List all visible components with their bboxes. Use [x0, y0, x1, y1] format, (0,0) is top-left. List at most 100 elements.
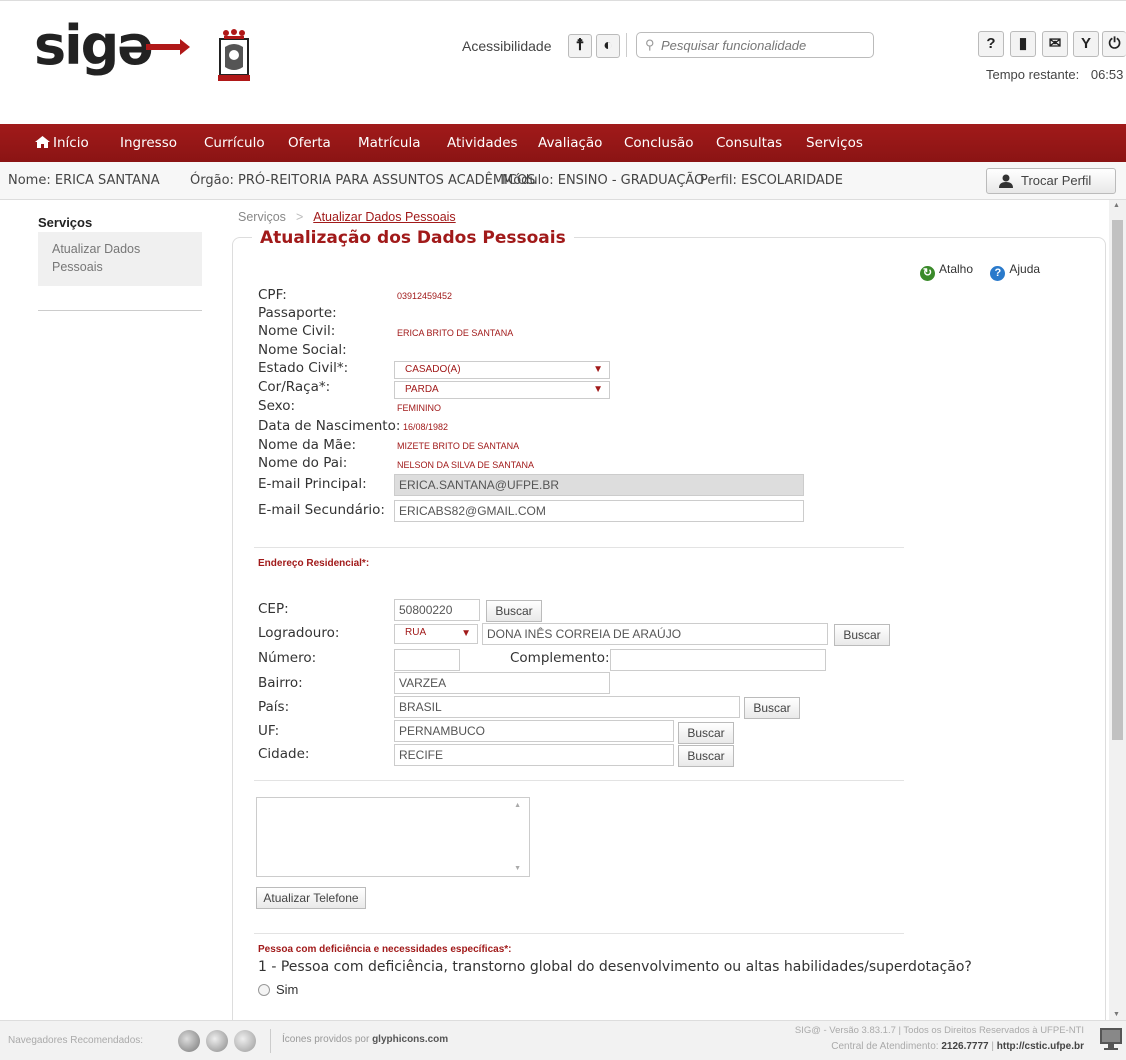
- header-divider: [626, 33, 627, 57]
- sexo-label: Sexo:: [258, 398, 296, 414]
- sidebar-item-atualizar-dados[interactable]: Atualizar Dados Pessoais: [38, 232, 202, 286]
- info-perfil: Perfil: ESCOLARIDADE: [700, 173, 844, 188]
- dropdown-arrow-icon: ▼: [593, 384, 603, 395]
- filter-icon[interactable]: Y: [1073, 31, 1099, 57]
- nav-item-oferta[interactable]: Oferta: [288, 135, 331, 151]
- nome-social-label: Nome Social:: [258, 342, 347, 358]
- cpf-value: 03912459452: [397, 291, 453, 301]
- icones-label: Ícones providos por: [282, 1034, 370, 1045]
- pai-label: Nome do Pai:: [258, 455, 348, 471]
- bairro-field[interactable]: VARZEA: [394, 672, 610, 694]
- power-icon[interactable]: ⏻: [1102, 31, 1126, 57]
- logradouro-tipo-value: RUA: [405, 627, 427, 638]
- siga-logo[interactable]: sigə: [34, 19, 154, 73]
- monitor-icon[interactable]: [1099, 1027, 1123, 1051]
- email-principal-label: E-mail Principal:: [258, 476, 367, 492]
- complemento-field[interactable]: [610, 649, 826, 671]
- email-secundario-label: E-mail Secundário:: [258, 502, 385, 518]
- nascimento-value: 16/08/1982: [403, 422, 449, 432]
- nav-item-conclusao[interactable]: Conclusão: [624, 135, 694, 151]
- logradouro-tipo-select[interactable]: RUA ▼: [394, 624, 478, 644]
- scroll-up-icon[interactable]: ▲: [1113, 202, 1120, 209]
- numero-field[interactable]: [394, 649, 460, 671]
- ajuda-link[interactable]: ? Ajuda: [990, 262, 1040, 281]
- search-input[interactable]: [661, 35, 861, 55]
- scroll-down-icon[interactable]: ▼: [1113, 1011, 1120, 1018]
- scrollbar-thumb[interactable]: [1112, 220, 1123, 740]
- trocar-perfil-label: Trocar Perfil: [1021, 173, 1092, 188]
- book-icon[interactable]: ▮: [1010, 31, 1036, 57]
- nome-civil-value: ERICA BRITO DE SANTANA: [397, 328, 514, 338]
- atalho-link[interactable]: ↻ Atalho: [920, 262, 974, 281]
- uf-field[interactable]: PERNAMBUCO: [394, 720, 674, 742]
- firefox-icon[interactable]: [206, 1030, 228, 1052]
- nav-item-ingresso[interactable]: Ingresso: [120, 135, 177, 151]
- nome-civil-label: Nome Civil:: [258, 323, 336, 339]
- breadcrumb-current[interactable]: Atualizar Dados Pessoais: [313, 210, 455, 224]
- cidade-field[interactable]: RECIFE: [394, 744, 674, 766]
- search-box[interactable]: ⚲: [636, 32, 874, 58]
- logradouro-field[interactable]: DONA INÊS CORREIA DE ARAÚJO: [482, 623, 828, 645]
- breadcrumb-separator-icon: >: [295, 210, 304, 224]
- pai-value: NELSON DA SILVA DE SANTANA: [397, 460, 535, 470]
- cep-buscar-button[interactable]: Buscar: [486, 600, 542, 622]
- complemento-label: Complemento:: [510, 650, 610, 666]
- cep-field[interactable]: 50800220: [394, 599, 480, 621]
- nav-item-atividades[interactable]: Atividades: [447, 135, 518, 151]
- bairro-label: Bairro:: [258, 675, 303, 691]
- scroll-down-icon[interactable]: ▼: [514, 865, 521, 872]
- email-secundario-field[interactable]: ERICABS82@GMAIL.COM: [394, 500, 804, 522]
- user-icon: [999, 174, 1013, 188]
- option-sim-label: Sim: [276, 982, 299, 997]
- section-divider: [254, 547, 904, 548]
- nav-item-avaliacao[interactable]: Avaliação: [538, 135, 602, 151]
- trocar-perfil-button[interactable]: Trocar Perfil: [986, 168, 1116, 194]
- logo-arrow-icon: [146, 39, 190, 55]
- scroll-up-icon[interactable]: ▲: [514, 802, 521, 809]
- mae-label: Nome da Mãe:: [258, 437, 357, 453]
- cor-raca-select[interactable]: PARDA ▼: [394, 381, 610, 399]
- passaporte-label: Passaporte:: [258, 305, 337, 321]
- nav-item-matricula[interactable]: Matrícula: [358, 135, 421, 151]
- nav-item-consultas[interactable]: Consultas: [716, 135, 782, 151]
- info-modulo: Módulo: ENSINO - GRADUAÇÃO: [502, 173, 705, 188]
- sidebar-title: Serviços: [38, 215, 93, 230]
- mae-value: MIZETE BRITO DE SANTANA: [397, 441, 520, 451]
- radio-sim[interactable]: [258, 984, 270, 996]
- option-sim[interactable]: Sim: [258, 982, 298, 997]
- info-nome: Nome: ERICA SANTANA: [8, 173, 160, 188]
- atalho-label: Atalho: [939, 262, 974, 276]
- pais-field[interactable]: BRASIL: [394, 696, 740, 718]
- nav-item-curriculo[interactable]: Currículo: [204, 135, 265, 151]
- contrast-icon[interactable]: ◐: [596, 34, 620, 58]
- logradouro-buscar-button[interactable]: Buscar: [834, 624, 890, 646]
- atualizar-telefone-button[interactable]: Atualizar Telefone: [256, 887, 366, 909]
- central-url[interactable]: http://cstic.ufpe.br: [997, 1041, 1084, 1052]
- panel-shortcuts: ↻ Atalho ? Ajuda: [920, 262, 1040, 281]
- section-divider: [254, 780, 904, 781]
- timer-label: Tempo restante:: [986, 67, 1080, 82]
- app-header: sigə Acessibilidade ☨ ◐ ⚲ ? ▮ ✉ Y ⏻ Temp…: [0, 0, 1126, 96]
- nav-item-servicos[interactable]: Serviços: [806, 135, 863, 151]
- uf-buscar-button[interactable]: Buscar: [678, 722, 734, 744]
- page-scrollbar[interactable]: ▲ ▼: [1109, 200, 1126, 1020]
- sexo-value: FEMININO: [397, 403, 441, 413]
- breadcrumb-root[interactable]: Serviços: [238, 210, 286, 224]
- accessibility-person-icon[interactable]: ☨: [568, 34, 592, 58]
- home-icon: [35, 136, 50, 148]
- pais-buscar-button[interactable]: Buscar: [744, 697, 800, 719]
- footer-divider: [270, 1029, 271, 1053]
- estado-civil-value: CASADO(A): [405, 364, 461, 375]
- glyphicons-link[interactable]: glyphicons.com: [372, 1034, 448, 1045]
- cidade-buscar-button[interactable]: Buscar: [678, 745, 734, 767]
- ie-icon[interactable]: [234, 1030, 256, 1052]
- navegadores-label: Navegadores Recomendados:: [8, 1035, 144, 1046]
- chrome-icon[interactable]: [178, 1030, 200, 1052]
- nav-label: Início: [53, 135, 89, 151]
- envelope-icon[interactable]: ✉: [1042, 31, 1068, 57]
- telefone-textarea[interactable]: ▲ ▼: [256, 797, 530, 877]
- pais-label: País:: [258, 699, 290, 715]
- help-question-icon[interactable]: ?: [978, 31, 1004, 57]
- estado-civil-select[interactable]: CASADO(A) ▼: [394, 361, 610, 379]
- nav-item-inicio[interactable]: Início: [35, 135, 89, 151]
